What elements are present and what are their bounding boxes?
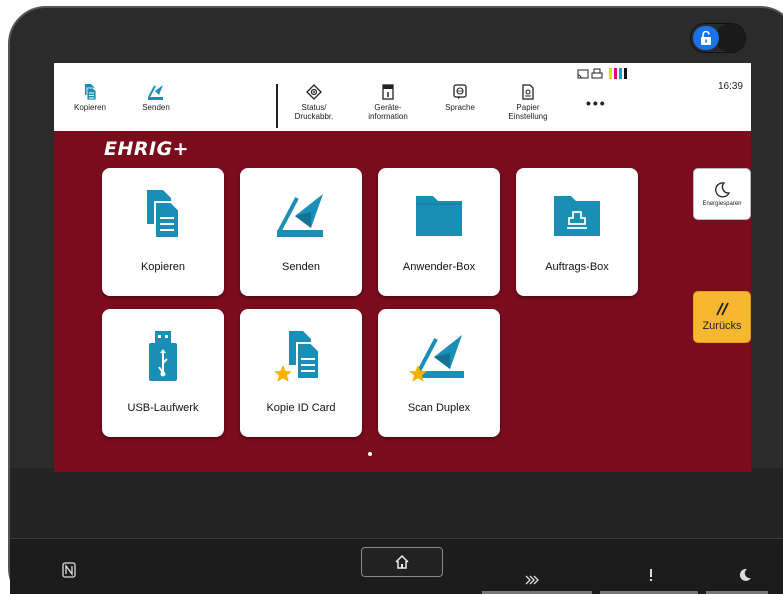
more-button[interactable]: ••• bbox=[586, 95, 607, 111]
topbar-item-status[interactable]: Status/ Druckabbr. bbox=[286, 81, 342, 121]
topbar-item-kopieren[interactable]: Kopieren bbox=[66, 81, 114, 112]
tile-label: Kopieren bbox=[140, 261, 186, 273]
touch-screen: Kopieren Senden Status/ Druckabbr. Gerät… bbox=[54, 63, 751, 472]
clock: 16:39 bbox=[717, 81, 743, 92]
tile-label: Scan Duplex bbox=[407, 402, 471, 414]
lock-toggle[interactable] bbox=[690, 23, 746, 53]
reset-icon bbox=[716, 302, 729, 316]
tile-label: Senden bbox=[282, 261, 320, 273]
send-icon bbox=[147, 81, 165, 103]
topbar-label: Sprache bbox=[445, 103, 475, 112]
tile-kopieren[interactable]: Kopieren bbox=[102, 168, 224, 296]
language-icon bbox=[452, 81, 468, 103]
tile-anwender-box[interactable]: Anwender-Box bbox=[378, 168, 500, 296]
tile-senden[interactable]: Senden bbox=[240, 168, 362, 296]
toner-magenta bbox=[614, 68, 617, 79]
tile-label: Auftrags-Box bbox=[545, 261, 609, 273]
star-icon bbox=[274, 365, 292, 382]
paper-settings-icon bbox=[521, 81, 535, 103]
copy-icon bbox=[102, 188, 224, 244]
id-copy-icon bbox=[240, 329, 362, 385]
usb-icon bbox=[102, 329, 224, 385]
topbar-label: Senden bbox=[142, 103, 170, 112]
status-indicators bbox=[577, 68, 627, 79]
energy-hardware-icon[interactable] bbox=[738, 568, 752, 585]
copy-icon bbox=[82, 81, 98, 103]
tile-kopie-id-card[interactable]: Kopie ID Card bbox=[240, 309, 362, 437]
star-icon bbox=[409, 365, 427, 382]
reset-button[interactable]: Zurücks bbox=[693, 291, 751, 343]
toggle-knob bbox=[715, 24, 745, 52]
topbar-label: Kopieren bbox=[73, 103, 107, 112]
tile-label: Anwender-Box bbox=[402, 261, 476, 273]
topbar-item-senden[interactable]: Senden bbox=[132, 81, 180, 112]
toner-yellow bbox=[609, 68, 612, 79]
tile-scan-duplex[interactable]: Scan Duplex bbox=[378, 309, 500, 437]
nfc-icon bbox=[62, 562, 76, 581]
toner-black bbox=[624, 68, 627, 79]
topbar-label: Status/ Druckabbr. bbox=[294, 103, 334, 121]
printer-status-icon bbox=[591, 68, 603, 79]
topbar-separator bbox=[276, 84, 278, 128]
toner-cyan bbox=[619, 68, 622, 79]
topbar-label: Papier Einstellung bbox=[508, 103, 548, 121]
topbar-item-sprache[interactable]: Sprache bbox=[436, 81, 484, 112]
topbar-label: Geräte- information bbox=[368, 103, 408, 121]
topbar-item-device-info[interactable]: Geräte- information bbox=[360, 81, 416, 121]
tile-usb-laufwerk[interactable]: USB-Laufwerk bbox=[102, 309, 224, 437]
job-box-icon bbox=[516, 188, 638, 244]
brand-logo: EHRIG+ bbox=[104, 138, 190, 160]
moon-icon bbox=[715, 181, 730, 198]
attention-indicator-icon bbox=[648, 568, 654, 585]
processing-indicator-icon bbox=[525, 572, 539, 588]
scan-duplex-icon bbox=[378, 329, 500, 385]
top-bar: Kopieren Senden Status/ Druckabbr. Gerät… bbox=[54, 63, 751, 131]
unlock-icon bbox=[693, 26, 719, 50]
device-info-icon bbox=[381, 81, 395, 103]
cast-icon bbox=[577, 69, 589, 78]
energy-save-button[interactable]: Energiesparen bbox=[693, 168, 751, 220]
reset-label: Zurücks bbox=[702, 320, 742, 332]
folder-icon bbox=[378, 188, 500, 244]
energy-label: Energiesparen bbox=[702, 200, 742, 207]
home-icon bbox=[395, 554, 409, 569]
status-icon bbox=[306, 81, 322, 103]
home-button[interactable] bbox=[361, 547, 443, 577]
tile-label: USB-Laufwerk bbox=[127, 402, 199, 414]
tile-auftrags-box[interactable]: Auftrags-Box bbox=[516, 168, 638, 296]
page-indicator bbox=[368, 452, 372, 456]
tile-label: Kopie ID Card bbox=[266, 402, 336, 414]
topbar-item-paper-settings[interactable]: Papier Einstellung bbox=[502, 81, 554, 121]
send-icon bbox=[240, 188, 362, 244]
